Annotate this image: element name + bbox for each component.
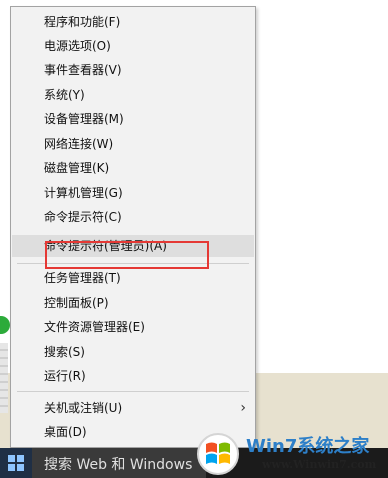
desktop-shortcut-icon[interactable] [0, 343, 8, 413]
start-button[interactable] [0, 448, 32, 478]
menu-item-device-manager[interactable]: 设备管理器(M) [12, 108, 254, 130]
menu-item-label: 命令提示符(管理员)(A) [44, 239, 167, 253]
menu-item-label: 网络连接(W) [44, 137, 114, 151]
menu-item-label: 搜索(S) [44, 345, 85, 359]
chevron-right-icon: › [240, 400, 246, 416]
winx-context-menu: 程序和功能(F) 电源选项(O) 事件查看器(V) 系统(Y) 设备管理器(M)… [10, 6, 256, 448]
menu-item-event-viewer[interactable]: 事件查看器(V) [12, 59, 254, 81]
menu-item-command-prompt[interactable]: 命令提示符(C) [12, 206, 254, 228]
windows-flag-logo [197, 433, 239, 475]
search-placeholder: 搜索 Web 和 Windows [44, 457, 193, 473]
taskbar-search-box[interactable]: 搜索 Web 和 Windows [32, 448, 206, 478]
menu-item-disk-management[interactable]: 磁盘管理(K) [12, 157, 254, 179]
menu-item-label: 命令提示符(C) [44, 210, 122, 224]
menu-item-label: 文件资源管理器(E) [44, 320, 145, 334]
menu-item-shutdown-signout[interactable]: 关机或注销(U) › [12, 397, 254, 419]
menu-item-control-panel[interactable]: 控制面板(P) [12, 292, 254, 314]
menu-item-label: 任务管理器(T) [44, 271, 121, 285]
menu-item-label: 控制面板(P) [44, 296, 109, 310]
menu-item-file-explorer[interactable]: 文件资源管理器(E) [12, 316, 254, 338]
menu-item-system[interactable]: 系统(Y) [12, 84, 254, 106]
menu-item-label: 磁盘管理(K) [44, 161, 110, 175]
menu-item-search[interactable]: 搜索(S) [12, 341, 254, 363]
menu-item-programs-features[interactable]: 程序和功能(F) [12, 11, 254, 33]
menu-item-label: 计算机管理(G) [44, 186, 123, 200]
watermark-title: Win7系统之家 [246, 436, 370, 457]
windows-logo-icon [8, 455, 24, 471]
menu-item-network-connections[interactable]: 网络连接(W) [12, 133, 254, 155]
menu-item-label: 事件查看器(V) [44, 63, 122, 77]
menu-item-power-options[interactable]: 电源选项(O) [12, 35, 254, 57]
menu-separator [17, 263, 249, 264]
menu-item-label: 电源选项(O) [44, 39, 111, 53]
menu-separator [17, 391, 249, 392]
menu-item-label: 运行(R) [44, 369, 86, 383]
menu-item-computer-management[interactable]: 计算机管理(G) [12, 182, 254, 204]
menu-item-task-manager[interactable]: 任务管理器(T) [12, 267, 254, 289]
menu-item-label: 系统(Y) [44, 88, 85, 102]
menu-item-command-prompt-admin[interactable]: 命令提示符(管理员)(A) [12, 235, 254, 257]
menu-item-label: 程序和功能(F) [44, 15, 121, 29]
menu-item-label: 关机或注销(U) [44, 401, 123, 415]
watermark-url: www.Winwin7.com [262, 458, 377, 471]
menu-item-label: 桌面(D) [44, 425, 87, 439]
menu-item-run[interactable]: 运行(R) [12, 365, 254, 387]
menu-item-label: 设备管理器(M) [44, 112, 124, 126]
